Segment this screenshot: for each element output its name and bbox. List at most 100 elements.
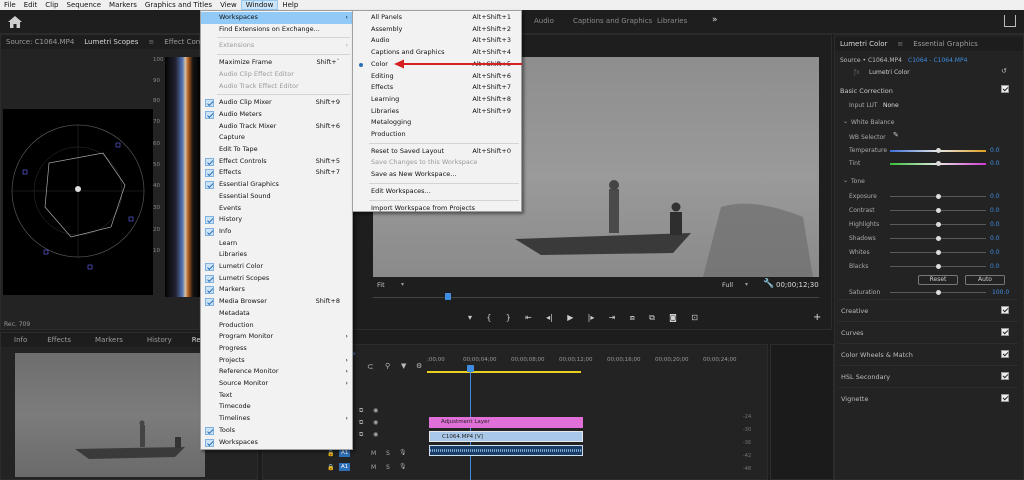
menu-item-markers[interactable]: Markers bbox=[201, 284, 352, 296]
tint-value[interactable]: 0.0 bbox=[990, 160, 1000, 167]
menu-item-assembly[interactable]: Assembly Alt+Shift+2 bbox=[353, 24, 521, 36]
go-to-in-icon[interactable]: ⇤ bbox=[525, 313, 532, 325]
scrub-bar[interactable] bbox=[373, 297, 819, 298]
menu-item-source-monitor[interactable]: Source Monitor › bbox=[201, 378, 352, 390]
menu-graphics-and-titles[interactable]: Graphics and Titles bbox=[141, 0, 216, 10]
add-marker-icon[interactable]: ▾ bbox=[468, 313, 472, 325]
menu-item-progress[interactable]: Progress bbox=[201, 343, 352, 355]
menu-window[interactable]: Window bbox=[240, 0, 279, 10]
whites-value[interactable]: 0.0 bbox=[990, 249, 1000, 256]
zoom-level[interactable]: Fit bbox=[377, 281, 385, 289]
mark-in-icon[interactable]: { bbox=[486, 313, 491, 325]
menu-item-production[interactable]: Production bbox=[353, 129, 521, 141]
curves-checkbox[interactable] bbox=[1001, 328, 1009, 336]
section-vignette[interactable]: Vignette bbox=[838, 387, 1018, 409]
header-tab-audio[interactable]: Audio bbox=[534, 17, 554, 25]
button-editor-icon[interactable]: + bbox=[813, 312, 821, 323]
menu-item-metalogging[interactable]: Metalogging bbox=[353, 117, 521, 129]
zoom-dropdown-icon[interactable]: ▾ bbox=[401, 281, 404, 288]
work-area-bar[interactable] bbox=[427, 371, 581, 373]
whites-slider[interactable] bbox=[890, 250, 986, 255]
tint-knob[interactable] bbox=[936, 161, 941, 166]
snap-icon[interactable]: ⊂ bbox=[367, 362, 374, 371]
exposure-slider[interactable] bbox=[890, 194, 986, 199]
menu-item-media-browser[interactable]: Media Browser Shift+8 bbox=[201, 296, 352, 308]
menu-file[interactable]: File bbox=[0, 0, 20, 10]
mic-icon[interactable]: 🎙 bbox=[399, 463, 407, 470]
marker-icon[interactable]: ▼ bbox=[401, 362, 406, 370]
tab-lumetri-color[interactable]: Lumetri Color bbox=[835, 40, 892, 48]
playhead-handle[interactable] bbox=[467, 365, 474, 372]
lock-icon[interactable]: 🔒 bbox=[327, 464, 334, 471]
contrast-slider[interactable] bbox=[890, 208, 986, 213]
highlights-value[interactable]: 0.0 bbox=[990, 221, 1000, 228]
tab-markers[interactable]: Markers bbox=[90, 336, 128, 344]
menu-item-projects[interactable]: Projects › bbox=[201, 355, 352, 367]
lumetri-source[interactable]: Source • C1064.MP4 bbox=[840, 57, 902, 64]
tab-history[interactable]: History bbox=[142, 336, 177, 344]
menu-item-maximize-frame[interactable]: Maximize Frame Shift+` bbox=[201, 57, 352, 69]
menu-item-program-monitor[interactable]: Program Monitor › bbox=[201, 331, 352, 343]
lock-icon[interactable]: 🔒 bbox=[327, 450, 334, 457]
reset-effect-icon[interactable]: ↺ bbox=[1001, 67, 1007, 75]
temperature-knob[interactable] bbox=[936, 148, 941, 153]
highlights-knob[interactable] bbox=[936, 222, 941, 227]
menu-view[interactable]: View bbox=[216, 0, 241, 10]
menu-item-history[interactable]: History bbox=[201, 214, 352, 226]
vignette-checkbox[interactable] bbox=[1001, 394, 1009, 402]
menu-item-lumetri-color[interactable]: Lumetri Color bbox=[201, 261, 352, 273]
input-lut-select[interactable]: None bbox=[883, 102, 899, 109]
section-color-wheels[interactable]: Color Wheels & Match bbox=[838, 343, 1018, 365]
linked-selection-icon[interactable]: ⚲ bbox=[385, 362, 390, 370]
menu-item-audio[interactable]: Audio Alt+Shift+3 bbox=[353, 35, 521, 47]
go-to-out-icon[interactable]: ⇥ bbox=[609, 313, 616, 325]
menu-item-reset-to-saved-layout[interactable]: Reset to Saved Layout Alt+Shift+0 bbox=[353, 146, 521, 158]
header-tab-libraries[interactable]: Libraries bbox=[657, 17, 687, 25]
menu-item-libraries[interactable]: Libraries Alt+Shift+9 bbox=[353, 106, 521, 118]
eye-icon[interactable]: ◉ bbox=[373, 419, 378, 426]
basic-correction-checkbox[interactable] bbox=[1001, 85, 1009, 93]
resolution-select[interactable]: Full bbox=[722, 281, 733, 289]
extract-icon[interactable]: ⧉ bbox=[649, 313, 655, 325]
blacks-value[interactable]: 0.0 bbox=[990, 263, 1000, 270]
menu-item-capture[interactable]: Capture bbox=[201, 132, 352, 144]
menu-item-text[interactable]: Text bbox=[201, 390, 352, 402]
track-target-a1[interactable]: A1 bbox=[339, 449, 351, 457]
eye-icon[interactable]: ◉ bbox=[373, 431, 378, 438]
menu-item-edit-workspaces[interactable]: Edit Workspaces... bbox=[353, 186, 521, 198]
reset-button[interactable]: Reset bbox=[918, 275, 958, 285]
mute-button[interactable]: M bbox=[371, 464, 376, 471]
temperature-slider[interactable] bbox=[890, 148, 986, 153]
section-creative[interactable]: Creative bbox=[838, 299, 1018, 321]
saturation-value[interactable]: 100.0 bbox=[992, 289, 1009, 296]
time-ruler[interactable]: ;00;00 00;00;04;00 00;00;08;00 00;00;12;… bbox=[427, 357, 761, 371]
temperature-value[interactable]: 0.0 bbox=[990, 147, 1000, 154]
menu-item-all-panels[interactable]: All Panels Alt+Shift+1 bbox=[353, 12, 521, 24]
wrench-icon[interactable]: 🔧 bbox=[763, 279, 774, 289]
saturation-slider[interactable] bbox=[890, 290, 986, 295]
blacks-slider[interactable] bbox=[890, 264, 986, 269]
menu-item-libraries[interactable]: Libraries bbox=[201, 249, 352, 261]
menu-item-essential-sound[interactable]: Essential Sound bbox=[201, 191, 352, 203]
menu-item-effect-controls[interactable]: Effect Controls Shift+5 bbox=[201, 156, 352, 168]
eyedropper-icon[interactable]: ✎ bbox=[893, 131, 899, 139]
header-tab-captions[interactable]: Captions and Graphics bbox=[573, 17, 652, 25]
solo-button[interactable]: S bbox=[386, 464, 390, 471]
menu-item-save-as-new-workspace[interactable]: Save as New Workspace... bbox=[353, 169, 521, 181]
timeline-wrench-icon[interactable]: ⚙ bbox=[416, 362, 422, 370]
lift-icon[interactable]: ⧈ bbox=[630, 313, 635, 325]
menu-item-info[interactable]: Info bbox=[201, 226, 352, 238]
tone-header[interactable]: Tone bbox=[851, 178, 865, 185]
menu-item-timecode[interactable]: Timecode bbox=[201, 401, 352, 413]
menu-item-effects[interactable]: Effects Alt+Shift+7 bbox=[353, 82, 521, 94]
shadows-value[interactable]: 0.0 bbox=[990, 235, 1000, 242]
menu-item-learn[interactable]: Learn bbox=[201, 238, 352, 250]
step-back-icon[interactable]: ◂| bbox=[546, 313, 553, 325]
export-frame-icon[interactable]: ◙ bbox=[669, 313, 677, 325]
shadows-knob[interactable] bbox=[936, 236, 941, 241]
section-curves[interactable]: Curves bbox=[838, 321, 1018, 343]
menu-sequence[interactable]: Sequence bbox=[63, 0, 106, 10]
lumetri-sequence-clip[interactable]: C1064 - C1064.MP4 bbox=[908, 57, 967, 64]
menu-item-timelines[interactable]: Timelines › bbox=[201, 413, 352, 425]
contrast-value[interactable]: 0.0 bbox=[990, 207, 1000, 214]
